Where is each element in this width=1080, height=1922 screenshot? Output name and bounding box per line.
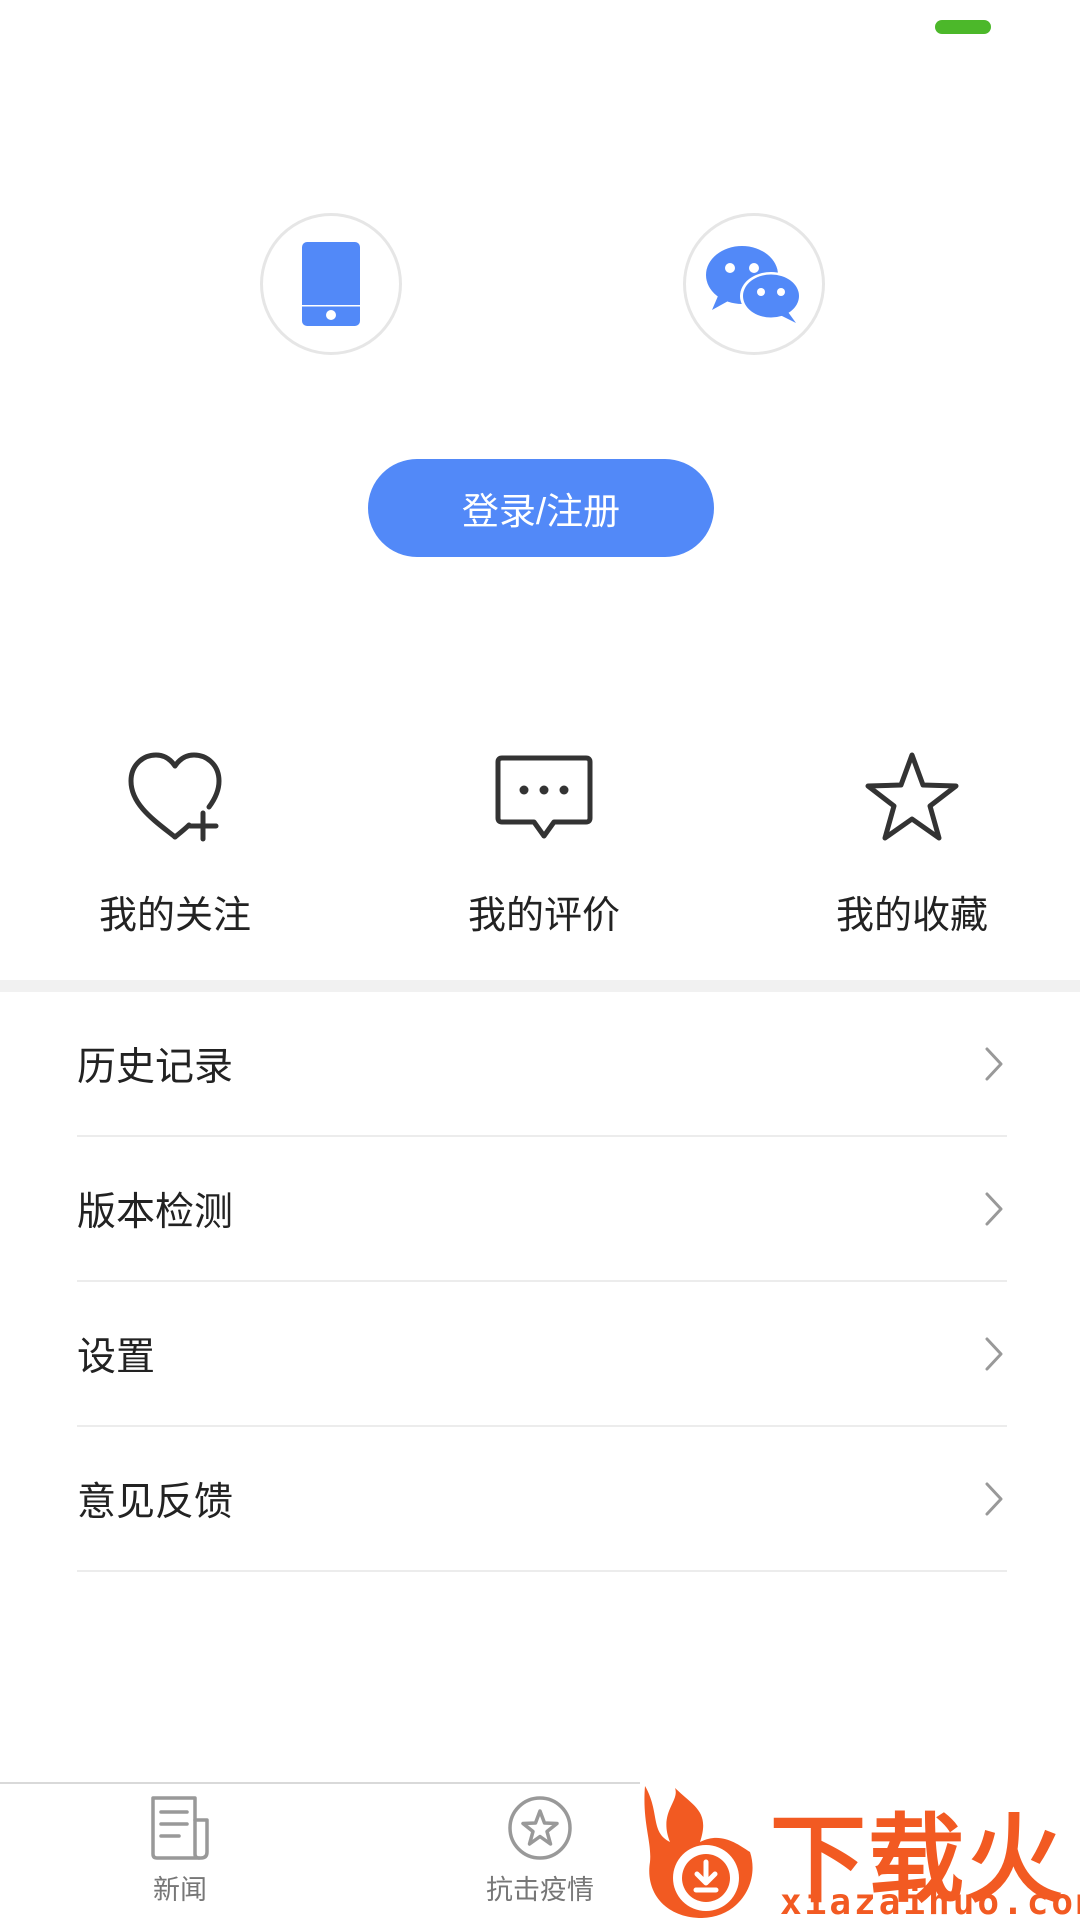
shortcut-my-follows[interactable]: 我的关注 <box>45 742 305 942</box>
login-register-button[interactable]: 登录/注册 <box>368 459 714 557</box>
menu-item-label: 历史记录 <box>77 1044 234 1090</box>
wechat-icon <box>706 246 802 323</box>
shortcut-my-favorites[interactable]: 我的收藏 <box>782 742 1042 942</box>
comment-icon <box>489 742 599 852</box>
phone-login-button[interactable] <box>260 213 402 355</box>
chevron-right-icon <box>985 1482 1003 1515</box>
watermark-logo: 下载火 xiazaihuo.com <box>640 1782 1080 1920</box>
flame-logo-icon <box>644 1786 753 1918</box>
menu-item-settings[interactable]: 设置 <box>77 1282 1007 1427</box>
menu-item-feedback[interactable]: 意见反馈 <box>77 1427 1007 1572</box>
menu-item-label: 版本检测 <box>77 1189 234 1235</box>
news-icon <box>151 1796 209 1860</box>
tab-label: 新闻 <box>153 1875 207 1906</box>
phone-icon <box>302 242 360 326</box>
menu-item-history[interactable]: 历史记录 <box>77 992 1007 1137</box>
shortcut-label: 我的评价 <box>467 893 620 937</box>
status-indicator <box>935 20 991 34</box>
tab-news[interactable]: 新闻 <box>80 1794 280 1914</box>
chevron-right-icon <box>985 1047 1003 1080</box>
heart-plus-icon <box>120 742 230 852</box>
star-icon <box>857 742 967 852</box>
menu-item-version-check[interactable]: 版本检测 <box>77 1137 1007 1282</box>
tab-epidemic[interactable]: 抗击疫情 <box>440 1794 640 1914</box>
watermark-url: xiazaihuo.com <box>780 1882 1080 1920</box>
chevron-right-icon <box>985 1192 1003 1225</box>
menu-item-label: 意见反馈 <box>77 1479 234 1525</box>
tab-label: 抗击疫情 <box>486 1875 594 1906</box>
section-divider <box>0 980 1080 992</box>
shortcut-label: 我的收藏 <box>835 893 988 937</box>
star-circle-icon <box>508 1796 572 1860</box>
chevron-right-icon <box>985 1337 1003 1370</box>
shortcut-my-reviews[interactable]: 我的评价 <box>414 742 674 942</box>
shortcut-label: 我的关注 <box>98 893 251 937</box>
wechat-login-button[interactable] <box>683 213 825 355</box>
menu-item-label: 设置 <box>77 1334 156 1380</box>
